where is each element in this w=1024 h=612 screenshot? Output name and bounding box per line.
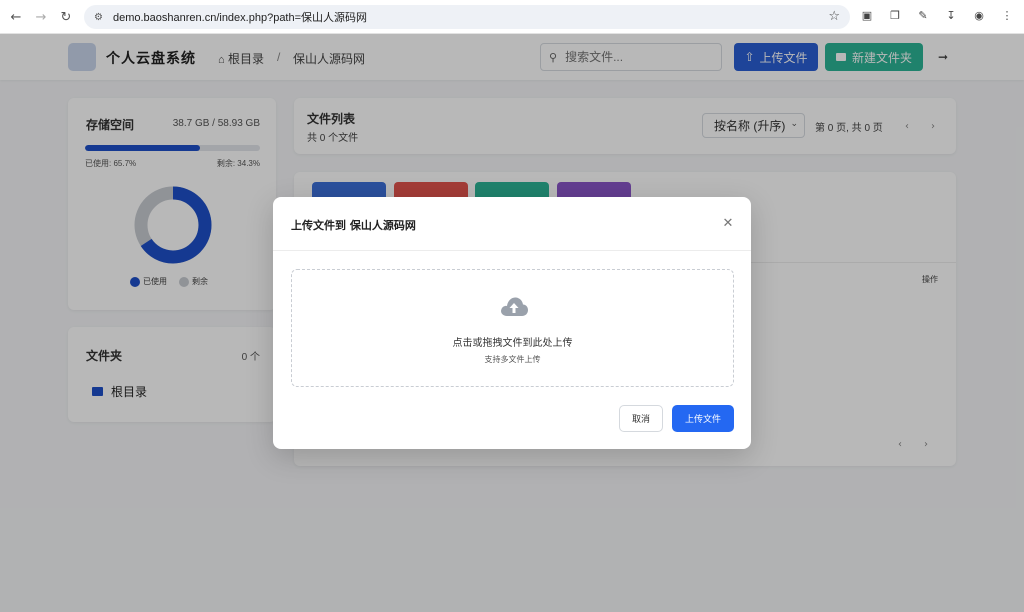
upload-modal: 上传文件到 保山人源码网 ✕ 点击或拖拽文件到此处上传 支持多文件上传 取消 上… <box>273 197 751 449</box>
url-text: demo.baoshanren.cn/index.php?path=保山人源码网 <box>112 12 368 24</box>
dropzone-sub-text: 支持多文件上传 <box>484 355 541 364</box>
site-settings-icon[interactable]: ⚙ <box>94 12 103 23</box>
extensions-puzzle-icon[interactable]: ✎ <box>916 8 930 22</box>
cloud-upload-icon <box>501 297 528 316</box>
menu-kebab-icon[interactable]: ⋮ <box>1000 8 1014 22</box>
download-icon[interactable]: ↧ <box>944 8 958 22</box>
upload-dropzone[interactable]: 点击或拖拽文件到此处上传 支持多文件上传 <box>291 269 734 387</box>
close-icon[interactable]: ✕ <box>721 216 735 231</box>
modal-divider <box>273 250 751 251</box>
bookmark-star-icon[interactable]: ☆ <box>828 9 840 24</box>
cancel-button[interactable]: 取消 <box>619 405 663 432</box>
browser-toolbar: ← → ↻ ⚙ demo.baoshanren.cn/index.php?pat… <box>0 0 1024 34</box>
extension-media-icon[interactable]: ▣ <box>860 8 874 22</box>
back-icon[interactable]: ← <box>6 7 26 27</box>
address-bar[interactable]: ⚙ demo.baoshanren.cn/index.php?path=保山人源… <box>84 5 850 29</box>
submit-upload-button[interactable]: 上传文件 <box>672 405 734 432</box>
reload-icon[interactable]: ↻ <box>56 7 76 27</box>
forward-icon[interactable]: → <box>31 7 51 27</box>
tab-copy-icon[interactable]: ❐ <box>888 8 902 22</box>
dropzone-main-text: 点击或拖拽文件到此处上传 <box>452 338 573 349</box>
profile-icon[interactable]: ◉ <box>972 8 986 22</box>
modal-title: 上传文件到 保山人源码网 <box>291 219 416 232</box>
